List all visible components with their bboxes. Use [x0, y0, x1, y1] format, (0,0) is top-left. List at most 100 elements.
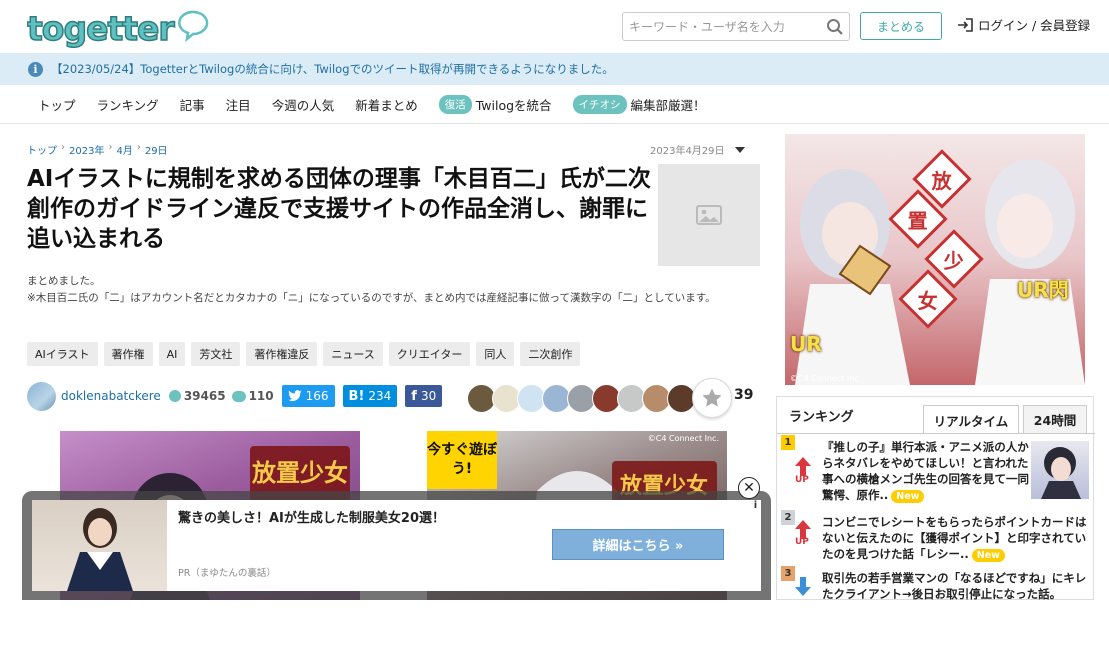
breadcrumb-separator: › — [61, 142, 65, 153]
close-icon[interactable]: ✕ — [738, 477, 760, 499]
tab-24h[interactable]: 24時間 — [1023, 405, 1087, 433]
tag-item[interactable]: 芳文社 — [191, 342, 241, 366]
ranking-widget: ランキング リアルタイム 24時間 1 UP 『推しの子』単行本派・アニメ派の人… — [776, 396, 1095, 601]
nav-top[interactable]: トップ — [38, 95, 76, 114]
article-thumbnail — [658, 164, 760, 266]
ad-copyright: ©C4 Connect Inc. — [790, 374, 862, 383]
tab-divider — [777, 433, 1095, 434]
person-icon — [168, 390, 181, 402]
tag-item[interactable]: AI — [158, 342, 186, 366]
ad-ur-badge: UR — [790, 332, 822, 356]
view-count: 39465 — [168, 389, 226, 403]
facebook-icon: f — [411, 388, 417, 404]
article-description: まとめました。 ※木目百二氏の「二」はアカウント名だとカタカナの「ニ」になってい… — [27, 273, 757, 307]
up-label: UP — [795, 537, 809, 547]
hatena-bookmark-button[interactable]: B! 234 — [342, 385, 398, 407]
tag-item[interactable]: 著作権 — [103, 342, 153, 366]
ranking-item[interactable]: 3 取引先の若手営業マンの「なるほどですね」にキレたクライアント→後日お取引停止… — [777, 566, 1095, 646]
ranking-item-thumbnail — [1031, 441, 1089, 499]
image-placeholder-icon — [696, 205, 722, 225]
popup-ad: 驚きの美しさ！AIが生成した制服美女20選！ PR（まゆたんの裏話） 詳細はこち… — [22, 491, 771, 600]
tag-item[interactable]: 著作権違反 — [246, 342, 318, 366]
new-badge: New — [971, 549, 1005, 562]
date-text: 2023年4月29日 — [650, 146, 725, 157]
tag-item[interactable]: 同人 — [476, 342, 515, 366]
notice-bar[interactable]: i 【2023/05/24】TogetterとTwilogの統合に向け、Twil… — [0, 53, 1109, 85]
togetter-logo[interactable]: togetter — [27, 6, 217, 48]
twitter-bird-icon — [287, 390, 302, 402]
popup-ad-content[interactable]: 驚きの美しさ！AIが生成した制服美女20選！ PR（まゆたんの裏話） 詳細はこち… — [32, 500, 761, 591]
ad-info-icon[interactable]: i — [750, 500, 761, 513]
facebook-share-button[interactable]: f 30 — [405, 385, 443, 407]
ranking-item-title: コンビニでレシートをもらったらポイントカードはないと伝えたのに【獲得ポイント】と… — [822, 515, 1087, 562]
facebook-count: 30 — [420, 389, 437, 403]
breadcrumb-separator: › — [136, 142, 141, 153]
login-icon — [958, 17, 973, 32]
popup-ad-title[interactable]: 驚きの美しさ！AIが生成した制服美女20選！ — [178, 507, 445, 526]
article-meta: doklenabatckere 39465 110 166 B! 234 f 3… — [27, 381, 443, 411]
new-badge: New — [891, 490, 925, 503]
menu-caret-icon[interactable] — [734, 146, 745, 153]
nav-weekly-popular[interactable]: 今週の人気 — [272, 95, 335, 114]
description-line: まとめました。 — [27, 275, 101, 287]
hatena-count: 234 — [368, 389, 392, 403]
nav-editor-picks[interactable]: イチオシ 編集部厳選！ — [572, 95, 706, 114]
main-nav: トップ ランキング 記事 注目 今週の人気 新着まとめ 復活 Twilogを統合… — [0, 86, 1109, 124]
login-link[interactable]: ログイン / 会員登録 — [957, 15, 1090, 34]
tab-realtime[interactable]: リアルタイム — [923, 405, 1019, 434]
search-box — [622, 12, 850, 41]
editor-tag: イチオシ — [572, 95, 627, 114]
info-icon: i — [28, 61, 43, 77]
search-input[interactable] — [623, 13, 818, 40]
comment-count[interactable]: 110 — [231, 389, 274, 403]
popup-detail-button[interactable]: 詳細はこちら » — [552, 529, 724, 560]
hatena-icon: B! — [348, 388, 365, 404]
breadcrumb-top[interactable]: トップ — [27, 142, 57, 157]
nav-articles[interactable]: 記事 — [180, 95, 205, 114]
breadcrumb-year[interactable]: 2023年 — [69, 142, 104, 157]
comment-count-value: 110 — [248, 389, 274, 403]
article-title: AIイラストに規制を求める団体の理事「木目百二」氏が二次創作のガイドライン違反で… — [27, 166, 651, 252]
favorited-users — [467, 378, 732, 418]
tag-item[interactable]: ニュース — [323, 342, 383, 366]
sidebar-ad[interactable]: 放 置 少 女 UR閃 UR ©C4 Connect Inc. — [785, 134, 1085, 385]
rank-number: 1 — [781, 435, 795, 450]
twitter-count: 166 — [305, 389, 329, 403]
breadcrumb-month[interactable]: 4月 — [116, 142, 132, 157]
author-name[interactable]: doklenabatckere — [61, 389, 161, 403]
breadcrumb: トップ › 2023年 › 4月 › 29日 — [27, 142, 168, 157]
breadcrumb-separator: › — [108, 142, 113, 153]
nav-featured[interactable]: 注目 — [226, 95, 251, 114]
twilog-label: Twilogを統合 — [475, 98, 552, 113]
nav-new[interactable]: 新着まとめ — [355, 95, 418, 114]
favorite-star-button[interactable] — [692, 378, 732, 418]
comment-icon — [231, 390, 246, 402]
twitter-share-button[interactable]: 166 — [281, 385, 335, 407]
ranking-item-title: 『推しの子』単行本派・アニメ派の人からネタバレをやめてほしい！と言われた事への横… — [822, 440, 1029, 503]
ranking-heading: ランキング — [789, 410, 854, 425]
breadcrumb-day[interactable]: 29日 — [145, 142, 168, 157]
star-icon — [702, 388, 722, 407]
author-avatar[interactable] — [27, 381, 56, 411]
view-count-value: 39465 — [183, 389, 226, 403]
ranking-item-title: 取引先の若手営業マンの「なるほどですね」にキレたクライアント→後日お取引停止にな… — [822, 571, 1087, 601]
site-header: togetter まとめる ログイン / 会員登録 — [0, 0, 1109, 52]
login-label: ログイン / 会員登録 — [978, 18, 1091, 33]
nav-ranking[interactable]: ランキング — [97, 95, 159, 114]
tag-item[interactable]: 二次創作 — [520, 342, 581, 366]
description-note: ※木目百二氏の「二」はアカウント名だとカタカナの「ニ」になっているのですが、まと… — [27, 292, 716, 304]
up-label: UP — [795, 475, 809, 485]
ad-ur-badge: UR閃 — [1017, 278, 1069, 302]
nav-twilog[interactable]: 復活 Twilogを統合 — [438, 95, 552, 114]
tag-item[interactable]: AIイラスト — [27, 342, 98, 366]
svg-text:togetter: togetter — [27, 9, 175, 48]
popup-ad-source: PR（まゆたんの裏話） — [178, 568, 276, 579]
tag-item[interactable]: クリエイター — [388, 342, 471, 366]
svg-text:放置少女: 放置少女 — [251, 458, 348, 487]
matome-button[interactable]: まとめる — [860, 12, 942, 40]
tag-list: AIイラスト 著作権 AI 芳文社 著作権違反 ニュース クリエイター 同人 二… — [27, 342, 581, 366]
search-icon[interactable] — [826, 18, 844, 36]
favorite-count: 39 — [734, 387, 754, 403]
twilog-tag: 復活 — [438, 95, 472, 114]
ranking-item[interactable]: 1 UP 『推しの子』単行本派・アニメ派の人からネタバレをやめてほしい！と言われ… — [777, 435, 1095, 515]
